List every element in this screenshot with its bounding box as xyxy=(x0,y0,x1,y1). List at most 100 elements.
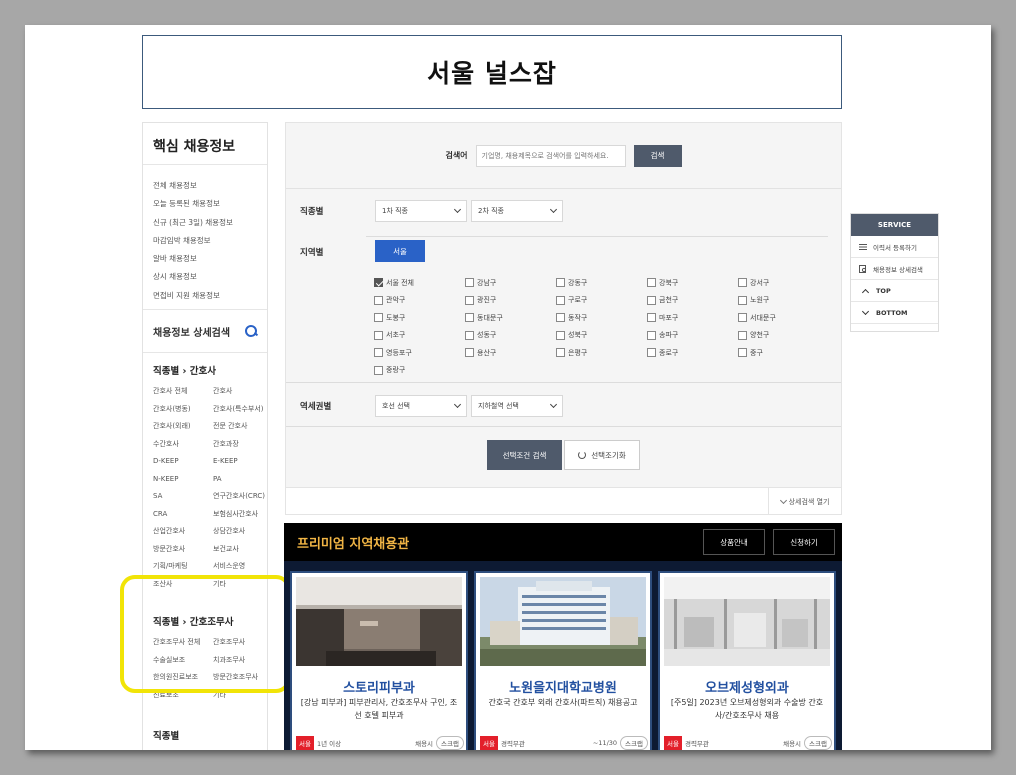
listing-name: 노원을지대학교병원 xyxy=(509,681,617,696)
highlight-annotation xyxy=(120,575,291,693)
district-checkbox[interactable]: 강남구 xyxy=(465,274,556,292)
district-checkbox[interactable]: 은평구 xyxy=(556,344,647,362)
district-checkbox[interactable]: 구로구 xyxy=(556,292,647,310)
scrap-button[interactable]: 스크랩 xyxy=(804,736,832,750)
reset-filters-label: 선택조기화 xyxy=(591,450,626,460)
premium-listings: 스토리피부과 [강남 피부과] 피부관리사, 간호조무사 구인, 조선 호텔 피… xyxy=(284,561,842,750)
district-checkbox[interactable]: 마포구 xyxy=(647,309,738,327)
district-checkbox[interactable]: 동작구 xyxy=(556,309,647,327)
district-checkbox[interactable]: 광진구 xyxy=(465,292,556,310)
chevron-down-icon xyxy=(549,205,558,214)
district-checkbox[interactable]: 양천구 xyxy=(738,327,829,345)
district-checkbox[interactable]: 관악구 xyxy=(374,292,465,310)
scrap-button[interactable]: 스크랩 xyxy=(620,736,648,750)
job-select-primary[interactable]: 1차 직종 xyxy=(375,200,467,222)
keyword-search-button[interactable]: 검색 xyxy=(633,144,682,167)
district-checkbox[interactable]: 서울 전체 xyxy=(374,274,465,292)
sidebar-link[interactable]: 전체 채용정보 xyxy=(153,177,267,195)
job-category-link[interactable]: 보건교사 xyxy=(213,541,273,559)
job-category-link[interactable]: 수간호사 xyxy=(153,436,213,454)
district-checkbox[interactable]: 중랑구 xyxy=(374,362,465,380)
scroll-bottom-button[interactable]: BOTTOM xyxy=(851,302,938,324)
job-category-link[interactable]: 간호과장 xyxy=(213,436,273,454)
district-checkbox[interactable]: 도봉구 xyxy=(374,309,465,327)
job-category-link[interactable]: D-KEEP xyxy=(153,453,213,471)
sidebar-link[interactable]: 오늘 등록된 채용정보 xyxy=(153,195,267,213)
document-search-icon xyxy=(859,264,867,273)
district-label: 금천구 xyxy=(659,296,679,305)
chevron-down-icon xyxy=(861,307,870,315)
detail-search-toggle[interactable]: 상세검색 열기 xyxy=(768,488,841,515)
job-category-link[interactable]: PA xyxy=(213,471,273,489)
job-category-link[interactable]: 상담간호사 xyxy=(213,523,273,541)
listing-card[interactable]: 노원을지대학교병원 간호국 간호부 외래 간호사(파트직) 채용공고 서울 경력… xyxy=(474,571,652,750)
sidebar-link[interactable]: 면접비 지원 채용정보 xyxy=(153,287,267,305)
job-category-link[interactable]: 보험심사간호사 xyxy=(213,506,273,524)
scroll-top-button[interactable]: TOP xyxy=(851,280,938,302)
district-checkbox[interactable]: 서대문구 xyxy=(738,309,829,327)
job-category-link[interactable]: SA xyxy=(153,488,213,506)
reset-filters-button[interactable]: 선택조기화 xyxy=(564,440,640,470)
unchecked-box-icon xyxy=(374,330,383,340)
district-checkbox[interactable]: 강서구 xyxy=(738,274,829,292)
job-category-link[interactable]: 연구간호사(CRC) xyxy=(213,488,273,506)
chevron-down-icon xyxy=(779,496,787,504)
district-checkbox[interactable]: 성동구 xyxy=(465,327,556,345)
district-checkbox[interactable]: 송파구 xyxy=(647,327,738,345)
line-select[interactable]: 호선 선택 xyxy=(375,395,467,417)
sidebar-link[interactable]: 상시 채용정보 xyxy=(153,268,267,286)
sidebar-link[interactable]: 알바 채용정보 xyxy=(153,250,267,268)
unchecked-box-icon xyxy=(738,278,747,288)
checked-box-icon xyxy=(374,278,383,288)
district-checkbox[interactable]: 강북구 xyxy=(647,274,738,292)
job-category-link[interactable]: 간호사(병동) xyxy=(153,401,213,419)
listing-card[interactable]: 스토리피부과 [강남 피부과] 피부관리사, 간호조무사 구인, 조선 호텔 피… xyxy=(290,571,468,750)
apply-filters-button[interactable]: 선택조건 검색 xyxy=(487,440,562,470)
job-category-link[interactable]: E-KEEP xyxy=(213,453,273,471)
job-category-link[interactable]: CRA xyxy=(153,506,213,524)
unchecked-box-icon xyxy=(647,313,656,323)
refresh-icon xyxy=(578,451,587,459)
deadline-text: 채용시 xyxy=(415,740,434,748)
keyword-input[interactable] xyxy=(475,144,626,167)
job-category-link[interactable]: 간호사(특수부서) xyxy=(213,401,273,419)
job-category-link[interactable]: 산업간호사 xyxy=(153,523,213,541)
district-checkbox[interactable]: 강동구 xyxy=(556,274,647,292)
job-category-link[interactable]: 전문 간호사 xyxy=(213,418,273,436)
apply-premium-button[interactable]: 신청하기 xyxy=(773,529,835,555)
job-category-link[interactable]: 간호사(외래) xyxy=(153,418,213,436)
district-checkbox[interactable]: 금천구 xyxy=(647,292,738,310)
district-label: 서울 전체 xyxy=(386,278,414,287)
job-category-link[interactable]: 방문간호사 xyxy=(153,541,213,559)
scrap-button[interactable]: 스크랩 xyxy=(436,736,464,750)
sidebar-link[interactable]: 마감임박 채용정보 xyxy=(153,232,267,250)
product-info-button[interactable]: 상품안내 xyxy=(703,529,765,555)
listing-meta: ~11/30 스크랩 xyxy=(593,736,648,750)
region-badge: 서울 xyxy=(296,736,314,750)
detail-search-quick-link[interactable]: 채용정보 상세검색 xyxy=(851,258,938,280)
job-category-link[interactable]: N-KEEP xyxy=(153,471,213,489)
district-checkbox[interactable]: 동대문구 xyxy=(465,309,556,327)
district-checkbox[interactable]: 중구 xyxy=(738,344,829,362)
region-tab-seoul[interactable]: 서울 xyxy=(375,240,425,262)
district-checkbox[interactable]: 종로구 xyxy=(647,344,738,362)
district-checkbox[interactable]: 영등포구 xyxy=(374,344,465,362)
sidebar-link[interactable]: 신규 (최근 3일) 채용정보 xyxy=(153,214,267,232)
station-select[interactable]: 지하철역 선택 xyxy=(471,395,563,417)
job-select-secondary[interactable]: 2차 직종 xyxy=(471,200,563,222)
register-resume-link[interactable]: 이력서 등록하기 xyxy=(851,236,938,258)
listing-card[interactable]: 오브제성형외과 [주5일] 2023년 오브제성형외과 수술방 간호사/간호조무… xyxy=(658,571,836,750)
listing-description: [주5일] 2023년 오브제성형외과 수술방 간호사/간호조무사 채용 xyxy=(670,698,824,720)
job-category-link[interactable]: 코디네이터 xyxy=(153,748,213,750)
detail-search-link[interactable]: 채용정보 상세검색 xyxy=(143,309,267,354)
district-checkbox[interactable]: 성북구 xyxy=(556,327,647,345)
district-checkbox[interactable]: 용산구 xyxy=(465,344,556,362)
job-category-link[interactable]: 간호사 전체 xyxy=(153,383,213,401)
district-label: 영등포구 xyxy=(386,348,412,357)
district-checkbox[interactable]: 노원구 xyxy=(738,292,829,310)
job-category-link[interactable]: 간호사 xyxy=(213,383,273,401)
job-category-link[interactable]: 상담실장 xyxy=(213,748,273,750)
job-category-link[interactable]: 서비스운영 xyxy=(213,558,273,576)
district-checkbox[interactable]: 서초구 xyxy=(374,327,465,345)
job-category-link[interactable]: 기획/마케팅 xyxy=(153,558,213,576)
